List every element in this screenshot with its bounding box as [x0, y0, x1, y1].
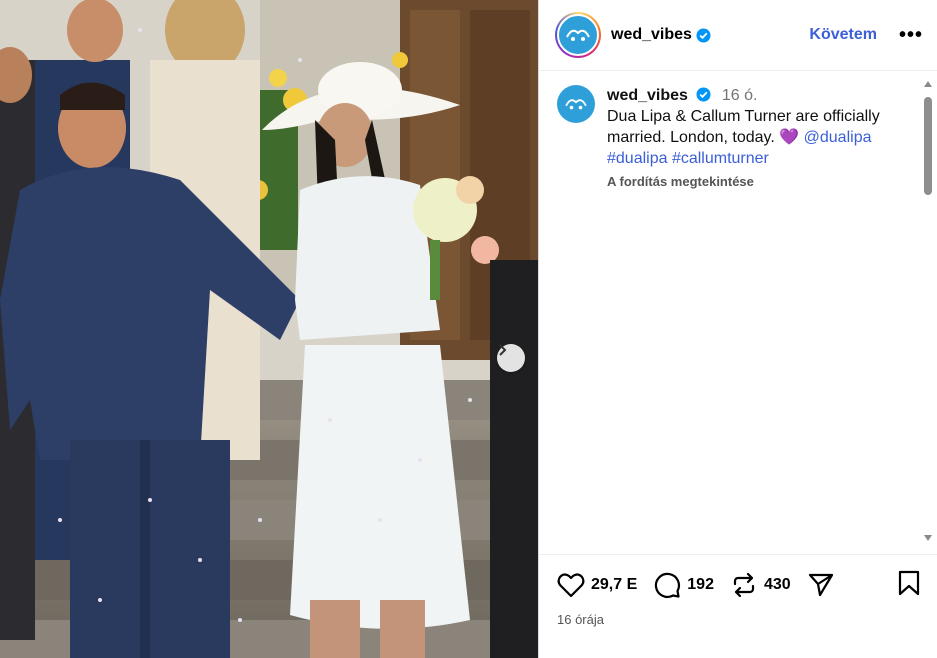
- avatar[interactable]: [555, 12, 601, 58]
- see-translation-link[interactable]: A fordítás megtekintése: [607, 171, 907, 192]
- caption-avatar[interactable]: [557, 85, 595, 123]
- heart-icon: [557, 572, 585, 598]
- caption-area: wed_vibes 16 ó. Dua Lipa & Callum Turner…: [539, 71, 937, 554]
- comment-icon: [653, 571, 681, 599]
- wedding-photo-illustration: [0, 0, 538, 658]
- post-header: wed_vibes Követem •••: [539, 0, 937, 71]
- heart-emoji: 💜: [779, 129, 800, 146]
- bookmark-icon: [897, 570, 921, 601]
- username[interactable]: wed_vibes: [611, 26, 692, 44]
- verified-badge-icon: [696, 28, 711, 43]
- repost-button[interactable]: 430: [730, 571, 791, 599]
- repost-count[interactable]: 430: [764, 576, 791, 594]
- post-viewer: wed_vibes Követem ••• wed_vibes 16 ó. Du…: [0, 0, 937, 658]
- caption-body: wed_vibes 16 ó. Dua Lipa & Callum Turner…: [607, 85, 907, 192]
- like-button[interactable]: 29,7 E: [557, 572, 637, 598]
- caption-time[interactable]: 16 ó.: [722, 87, 758, 104]
- brand-logo-icon: [566, 29, 590, 41]
- hashtag-dualipa[interactable]: #dualipa: [607, 150, 668, 167]
- post-time-ago[interactable]: 16 órája: [557, 612, 921, 627]
- scroll-down-arrow[interactable]: [924, 535, 932, 541]
- save-button[interactable]: [897, 569, 921, 602]
- avatar-image: [557, 14, 599, 56]
- post-actions: 29,7 E 192 430 16 órája: [539, 554, 937, 658]
- next-photo-button[interactable]: [497, 344, 525, 372]
- scroll-thumb[interactable]: [924, 97, 932, 195]
- comment-count[interactable]: 192: [687, 576, 714, 594]
- post-side-panel: wed_vibes Követem ••• wed_vibes 16 ó. Du…: [538, 0, 937, 658]
- more-options-icon[interactable]: •••: [899, 25, 923, 45]
- action-row: 29,7 E 192 430: [557, 569, 921, 601]
- caption-username[interactable]: wed_vibes: [607, 87, 688, 104]
- follow-button[interactable]: Követem: [809, 26, 877, 44]
- caption-text-block: Dua Lipa & Callum Turner are officially …: [607, 106, 907, 169]
- like-count[interactable]: 29,7 E: [591, 576, 637, 594]
- mention-link[interactable]: @dualipa: [804, 129, 872, 146]
- brand-logo-icon: [565, 99, 587, 110]
- scrollbar[interactable]: [923, 81, 933, 541]
- caption: wed_vibes 16 ó. Dua Lipa & Callum Turner…: [557, 85, 907, 192]
- post-photo[interactable]: [0, 0, 538, 658]
- share-button[interactable]: [807, 571, 835, 599]
- repost-icon: [730, 571, 758, 599]
- share-icon: [807, 571, 835, 599]
- scroll-up-arrow[interactable]: [924, 81, 932, 87]
- hashtag-callumturner[interactable]: #callumturner: [672, 150, 769, 167]
- comment-button[interactable]: 192: [653, 571, 714, 599]
- verified-badge-icon: [696, 87, 711, 102]
